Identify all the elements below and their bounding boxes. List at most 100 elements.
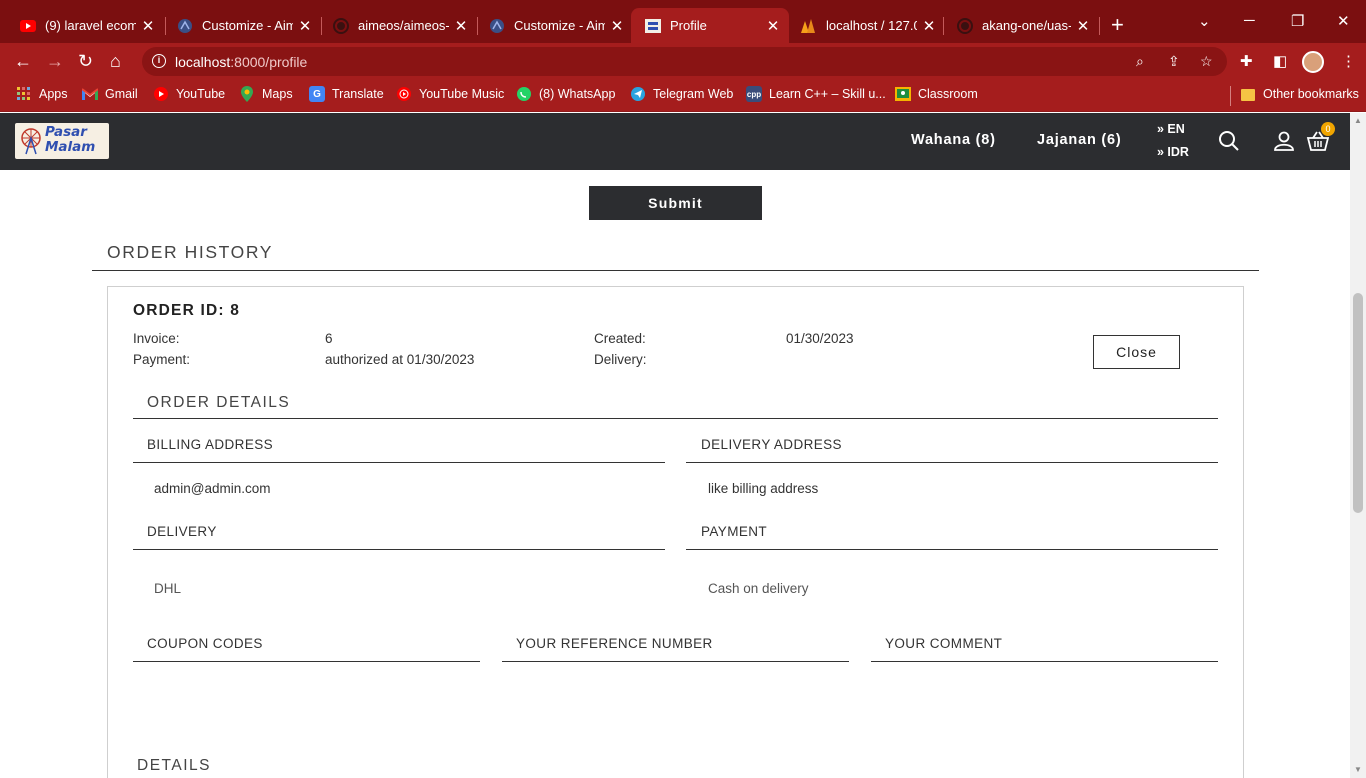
side-panel-icon[interactable]: ◧	[1273, 52, 1287, 70]
tab-divider	[1099, 17, 1100, 35]
minimize-icon[interactable]: ─	[1244, 12, 1255, 29]
nav-wahana[interactable]: Wahana (8)	[911, 132, 996, 148]
close-icon[interactable]: ✕	[921, 17, 937, 35]
bookmark-gmail[interactable]: Gmail	[82, 86, 138, 102]
address-bar[interactable]: i localhost:8000/profile ⌕ ⇪ ☆	[142, 47, 1227, 76]
delivery-address-value: like billing address	[708, 481, 819, 496]
tab-title: akang-one/uas-sis	[982, 18, 1071, 33]
window-close-icon[interactable]: ✕	[1337, 12, 1350, 30]
web-page: Pasar Malam Wahana (8) Jajanan (6) » EN »…	[0, 113, 1350, 778]
payment-method-value: Cash on delivery	[708, 581, 809, 596]
bookmark-label: YouTube	[176, 87, 226, 101]
browser-tab[interactable]: akang-one/uas-sis ✕	[943, 8, 1099, 43]
back-icon[interactable]: ←	[14, 51, 32, 71]
delivery-title: DELIVERY	[147, 524, 217, 539]
billing-address-title: BILLING ADDRESS	[147, 437, 274, 452]
submit-button[interactable]: Submit	[589, 186, 762, 220]
browser-tab[interactable]: localhost / 127.0.0 ✕	[787, 8, 945, 43]
divider	[502, 661, 849, 662]
browser-tab[interactable]: Customize - Aimeo ✕	[163, 8, 321, 43]
tab-search-icon[interactable]: ⌄	[1198, 12, 1211, 30]
new-tab-button[interactable]: +	[1111, 14, 1124, 36]
language-selector[interactable]: » EN	[1157, 122, 1185, 136]
youtube-icon	[153, 86, 169, 102]
close-icon[interactable]: ✕	[140, 17, 156, 35]
browser-tab-active[interactable]: Profile ✕	[631, 8, 789, 43]
bookmark-other[interactable]: Other bookmarks	[1240, 86, 1359, 102]
scrollbar-thumb[interactable]	[1353, 293, 1363, 513]
bookmark-learn-cpp[interactable]: cpp Learn C++ – Skill u...	[746, 86, 886, 102]
browser-tab[interactable]: Customize - Aimeo ✕	[475, 8, 633, 43]
bookmark-label: Apps	[39, 87, 68, 101]
home-icon[interactable]: ⌂	[110, 51, 121, 71]
search-icon[interactable]	[1218, 130, 1240, 152]
zoom-icon[interactable]: ⌕	[1136, 53, 1144, 70]
currency-selector[interactable]: » IDR	[1157, 145, 1189, 159]
browser-tab[interactable]: (9) laravel ecomm ✕	[6, 8, 164, 43]
site-logo[interactable]: Pasar Malam	[15, 123, 109, 159]
close-icon[interactable]: ✕	[1075, 17, 1091, 35]
bookmark-maps[interactable]: Maps	[239, 86, 293, 102]
close-icon[interactable]: ✕	[297, 17, 313, 35]
scroll-down-icon[interactable]: ▼	[1354, 765, 1362, 774]
divider	[686, 462, 1218, 463]
bookmark-label: Classroom	[918, 87, 978, 101]
bookmark-classroom[interactable]: Classroom	[895, 86, 978, 102]
tab-title: Customize - Aimeo	[514, 18, 605, 33]
url-host: localhost	[175, 54, 231, 70]
bookmarks-bar: Apps Gmail YouTube Maps G Translate YouT…	[0, 80, 1366, 112]
logo-text: Pasar Malam	[45, 125, 95, 155]
restore-icon[interactable]: ❐	[1291, 12, 1304, 30]
cart-count-badge: 0	[1321, 122, 1335, 136]
classroom-icon	[895, 86, 911, 102]
site-info-icon[interactable]: i	[152, 54, 166, 68]
scroll-up-icon[interactable]: ▲	[1354, 116, 1362, 125]
created-value: 01/30/2023	[786, 331, 854, 346]
bookmark-whatsapp[interactable]: (8) WhatsApp	[516, 86, 615, 102]
bookmark-youtube-music[interactable]: YouTube Music	[396, 86, 504, 102]
divider	[92, 270, 1259, 271]
star-icon[interactable]: ☆	[1200, 53, 1213, 70]
profile-avatar[interactable]	[1302, 51, 1324, 73]
bookmark-label: Maps	[262, 87, 293, 101]
reference-number-title: YOUR REFERENCE NUMBER	[516, 636, 713, 651]
tab-title: aimeos/aimeos-lar	[358, 18, 449, 33]
translate-icon: G	[309, 86, 325, 102]
site-icon	[645, 18, 661, 34]
bookmark-youtube[interactable]: YouTube	[153, 86, 225, 102]
aimeos-icon	[489, 18, 505, 34]
user-icon[interactable]	[1274, 131, 1294, 151]
bookmark-label: Learn C++ – Skill u...	[769, 87, 886, 101]
bookmark-translate[interactable]: G Translate	[309, 86, 384, 102]
share-icon[interactable]: ⇪	[1168, 53, 1180, 70]
billing-address-value: admin@admin.com	[154, 481, 271, 496]
bookmark-label: YouTube Music	[419, 87, 505, 101]
menu-icon[interactable]: ⋮	[1341, 52, 1356, 70]
comment-title: YOUR COMMENT	[885, 636, 1003, 651]
bookmark-telegram[interactable]: Telegram Web	[630, 86, 733, 102]
browser-tab[interactable]: aimeos/aimeos-lar ✕	[319, 8, 477, 43]
close-icon[interactable]: ✕	[609, 17, 625, 35]
maps-icon	[239, 86, 255, 102]
apps-grid-icon	[16, 86, 32, 102]
logo-line-1: Pasar	[45, 124, 87, 140]
reload-icon[interactable]: ↻	[78, 51, 93, 71]
order-history-title: ORDER HISTORY	[107, 242, 274, 262]
delivery-method-value: DHL	[154, 581, 182, 596]
close-button[interactable]: Close	[1093, 335, 1180, 369]
order-details-title: ORDER DETAILS	[147, 394, 291, 411]
bookmark-label: Telegram Web	[653, 87, 734, 101]
order-id: ORDER ID: 8	[133, 302, 241, 319]
phpmyadmin-icon	[801, 18, 817, 34]
close-icon[interactable]: ✕	[765, 17, 781, 35]
forward-icon[interactable]: →	[46, 51, 64, 71]
page-scrollbar[interactable]: ▲ ▼	[1350, 113, 1366, 778]
github-icon	[333, 17, 349, 34]
divider	[133, 549, 665, 550]
bookmarks-divider	[1230, 86, 1231, 106]
close-icon[interactable]: ✕	[453, 17, 469, 35]
nav-jajanan[interactable]: Jajanan (6)	[1037, 132, 1122, 148]
divider	[871, 661, 1218, 662]
bookmark-apps[interactable]: Apps	[16, 86, 68, 102]
extensions-icon[interactable]: ✚	[1240, 52, 1253, 70]
